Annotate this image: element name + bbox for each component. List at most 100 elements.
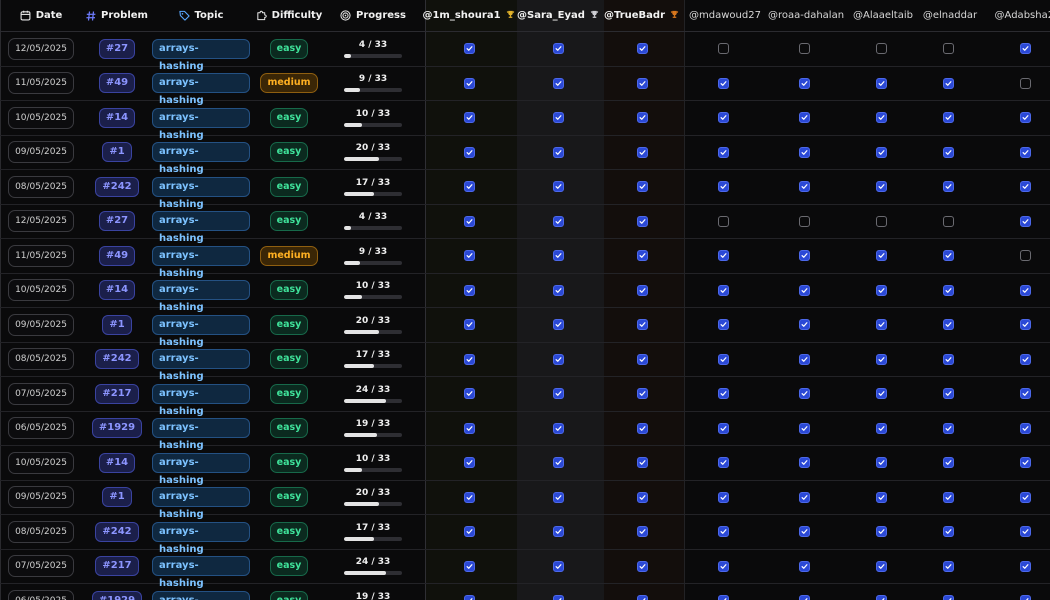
completion-checkbox[interactable] — [463, 353, 475, 365]
problem-link[interactable]: #14 — [98, 280, 136, 301]
completion-checkbox[interactable] — [463, 319, 475, 331]
completion-checkbox[interactable] — [1020, 560, 1031, 572]
completion-checkbox[interactable] — [875, 215, 887, 227]
problem-link[interactable]: #1929 — [91, 590, 143, 600]
problem-link[interactable]: #1 — [102, 487, 132, 508]
completion-checkbox[interactable] — [798, 181, 810, 193]
completion-checkbox[interactable] — [463, 215, 475, 227]
completion-checkbox[interactable] — [798, 146, 810, 158]
completion-checkbox[interactable] — [942, 560, 954, 572]
completion-checkbox[interactable] — [1020, 77, 1031, 89]
completion-checkbox[interactable] — [875, 526, 887, 538]
completion-checkbox[interactable] — [942, 491, 954, 503]
completion-checkbox[interactable] — [717, 112, 729, 124]
problem-link[interactable]: #1 — [102, 314, 132, 335]
completion-checkbox[interactable] — [717, 595, 729, 600]
completion-checkbox[interactable] — [942, 112, 954, 124]
completion-checkbox[interactable] — [798, 43, 810, 55]
completion-checkbox[interactable] — [636, 77, 648, 89]
header-user-3[interactable]: @TrueBadr — [604, 0, 684, 31]
header-user-1[interactable]: @1m_shoura1 — [422, 0, 517, 31]
completion-checkbox[interactable] — [553, 146, 564, 158]
completion-checkbox[interactable] — [1020, 422, 1031, 434]
completion-checkbox[interactable] — [717, 146, 729, 158]
problem-link[interactable]: #27 — [98, 211, 136, 232]
completion-checkbox[interactable] — [636, 526, 648, 538]
completion-checkbox[interactable] — [1020, 43, 1031, 55]
completion-checkbox[interactable] — [942, 77, 954, 89]
completion-checkbox[interactable] — [875, 181, 887, 193]
completion-checkbox[interactable] — [875, 146, 887, 158]
completion-checkbox[interactable] — [798, 526, 810, 538]
completion-checkbox[interactable] — [798, 353, 810, 365]
header-user-4[interactable]: @mdawoud27 — [684, 0, 766, 31]
completion-checkbox[interactable] — [636, 181, 648, 193]
completion-checkbox[interactable] — [1020, 112, 1031, 124]
completion-checkbox[interactable] — [636, 146, 648, 158]
completion-checkbox[interactable] — [717, 526, 729, 538]
completion-checkbox[interactable] — [553, 457, 564, 469]
completion-checkbox[interactable] — [942, 353, 954, 365]
completion-checkbox[interactable] — [636, 491, 648, 503]
completion-checkbox[interactable] — [636, 595, 648, 600]
header-problem[interactable]: Problem — [82, 0, 152, 31]
problem-link[interactable]: #217 — [95, 383, 139, 404]
completion-checkbox[interactable] — [463, 422, 475, 434]
completion-checkbox[interactable] — [1020, 595, 1031, 600]
completion-checkbox[interactable] — [553, 595, 564, 600]
completion-checkbox[interactable] — [636, 43, 648, 55]
completion-checkbox[interactable] — [875, 43, 887, 55]
completion-checkbox[interactable] — [636, 560, 648, 572]
completion-checkbox[interactable] — [717, 491, 729, 503]
completion-checkbox[interactable] — [875, 422, 887, 434]
problem-link[interactable]: #49 — [98, 73, 136, 94]
completion-checkbox[interactable] — [875, 457, 887, 469]
problem-link[interactable]: #1 — [102, 142, 132, 163]
completion-checkbox[interactable] — [463, 112, 475, 124]
completion-checkbox[interactable] — [798, 595, 810, 600]
completion-checkbox[interactable] — [553, 43, 564, 55]
completion-checkbox[interactable] — [798, 422, 810, 434]
completion-checkbox[interactable] — [1020, 457, 1031, 469]
header-difficulty[interactable]: Difficulty — [250, 0, 328, 31]
completion-checkbox[interactable] — [636, 353, 648, 365]
completion-checkbox[interactable] — [463, 43, 475, 55]
problem-link[interactable]: #242 — [95, 349, 139, 370]
completion-checkbox[interactable] — [798, 250, 810, 262]
completion-checkbox[interactable] — [717, 353, 729, 365]
completion-checkbox[interactable] — [1020, 250, 1031, 262]
completion-checkbox[interactable] — [798, 388, 810, 400]
completion-checkbox[interactable] — [798, 319, 810, 331]
completion-checkbox[interactable] — [942, 595, 954, 600]
completion-checkbox[interactable] — [463, 457, 475, 469]
completion-checkbox[interactable] — [942, 526, 954, 538]
completion-checkbox[interactable] — [875, 595, 887, 600]
header-user-5[interactable]: @roaa-dahalan — [766, 0, 846, 31]
completion-checkbox[interactable] — [636, 284, 648, 296]
completion-checkbox[interactable] — [553, 422, 564, 434]
problem-link[interactable]: #242 — [95, 176, 139, 197]
completion-checkbox[interactable] — [463, 284, 475, 296]
completion-checkbox[interactable] — [875, 284, 887, 296]
completion-checkbox[interactable] — [553, 491, 564, 503]
completion-checkbox[interactable] — [553, 181, 564, 193]
problem-link[interactable]: #27 — [98, 38, 136, 59]
completion-checkbox[interactable] — [717, 388, 729, 400]
completion-checkbox[interactable] — [463, 250, 475, 262]
completion-checkbox[interactable] — [463, 77, 475, 89]
completion-checkbox[interactable] — [553, 250, 564, 262]
completion-checkbox[interactable] — [798, 491, 810, 503]
completion-checkbox[interactable] — [875, 77, 887, 89]
completion-checkbox[interactable] — [798, 112, 810, 124]
completion-checkbox[interactable] — [717, 457, 729, 469]
completion-checkbox[interactable] — [798, 284, 810, 296]
completion-checkbox[interactable] — [553, 560, 564, 572]
problem-link[interactable]: #49 — [98, 245, 136, 266]
completion-checkbox[interactable] — [1020, 491, 1031, 503]
header-progress[interactable]: Progress — [328, 0, 418, 31]
problem-link[interactable]: #217 — [95, 556, 139, 577]
completion-checkbox[interactable] — [1020, 146, 1031, 158]
header-topic[interactable]: Topic — [152, 0, 250, 31]
completion-checkbox[interactable] — [463, 181, 475, 193]
completion-checkbox[interactable] — [717, 77, 729, 89]
